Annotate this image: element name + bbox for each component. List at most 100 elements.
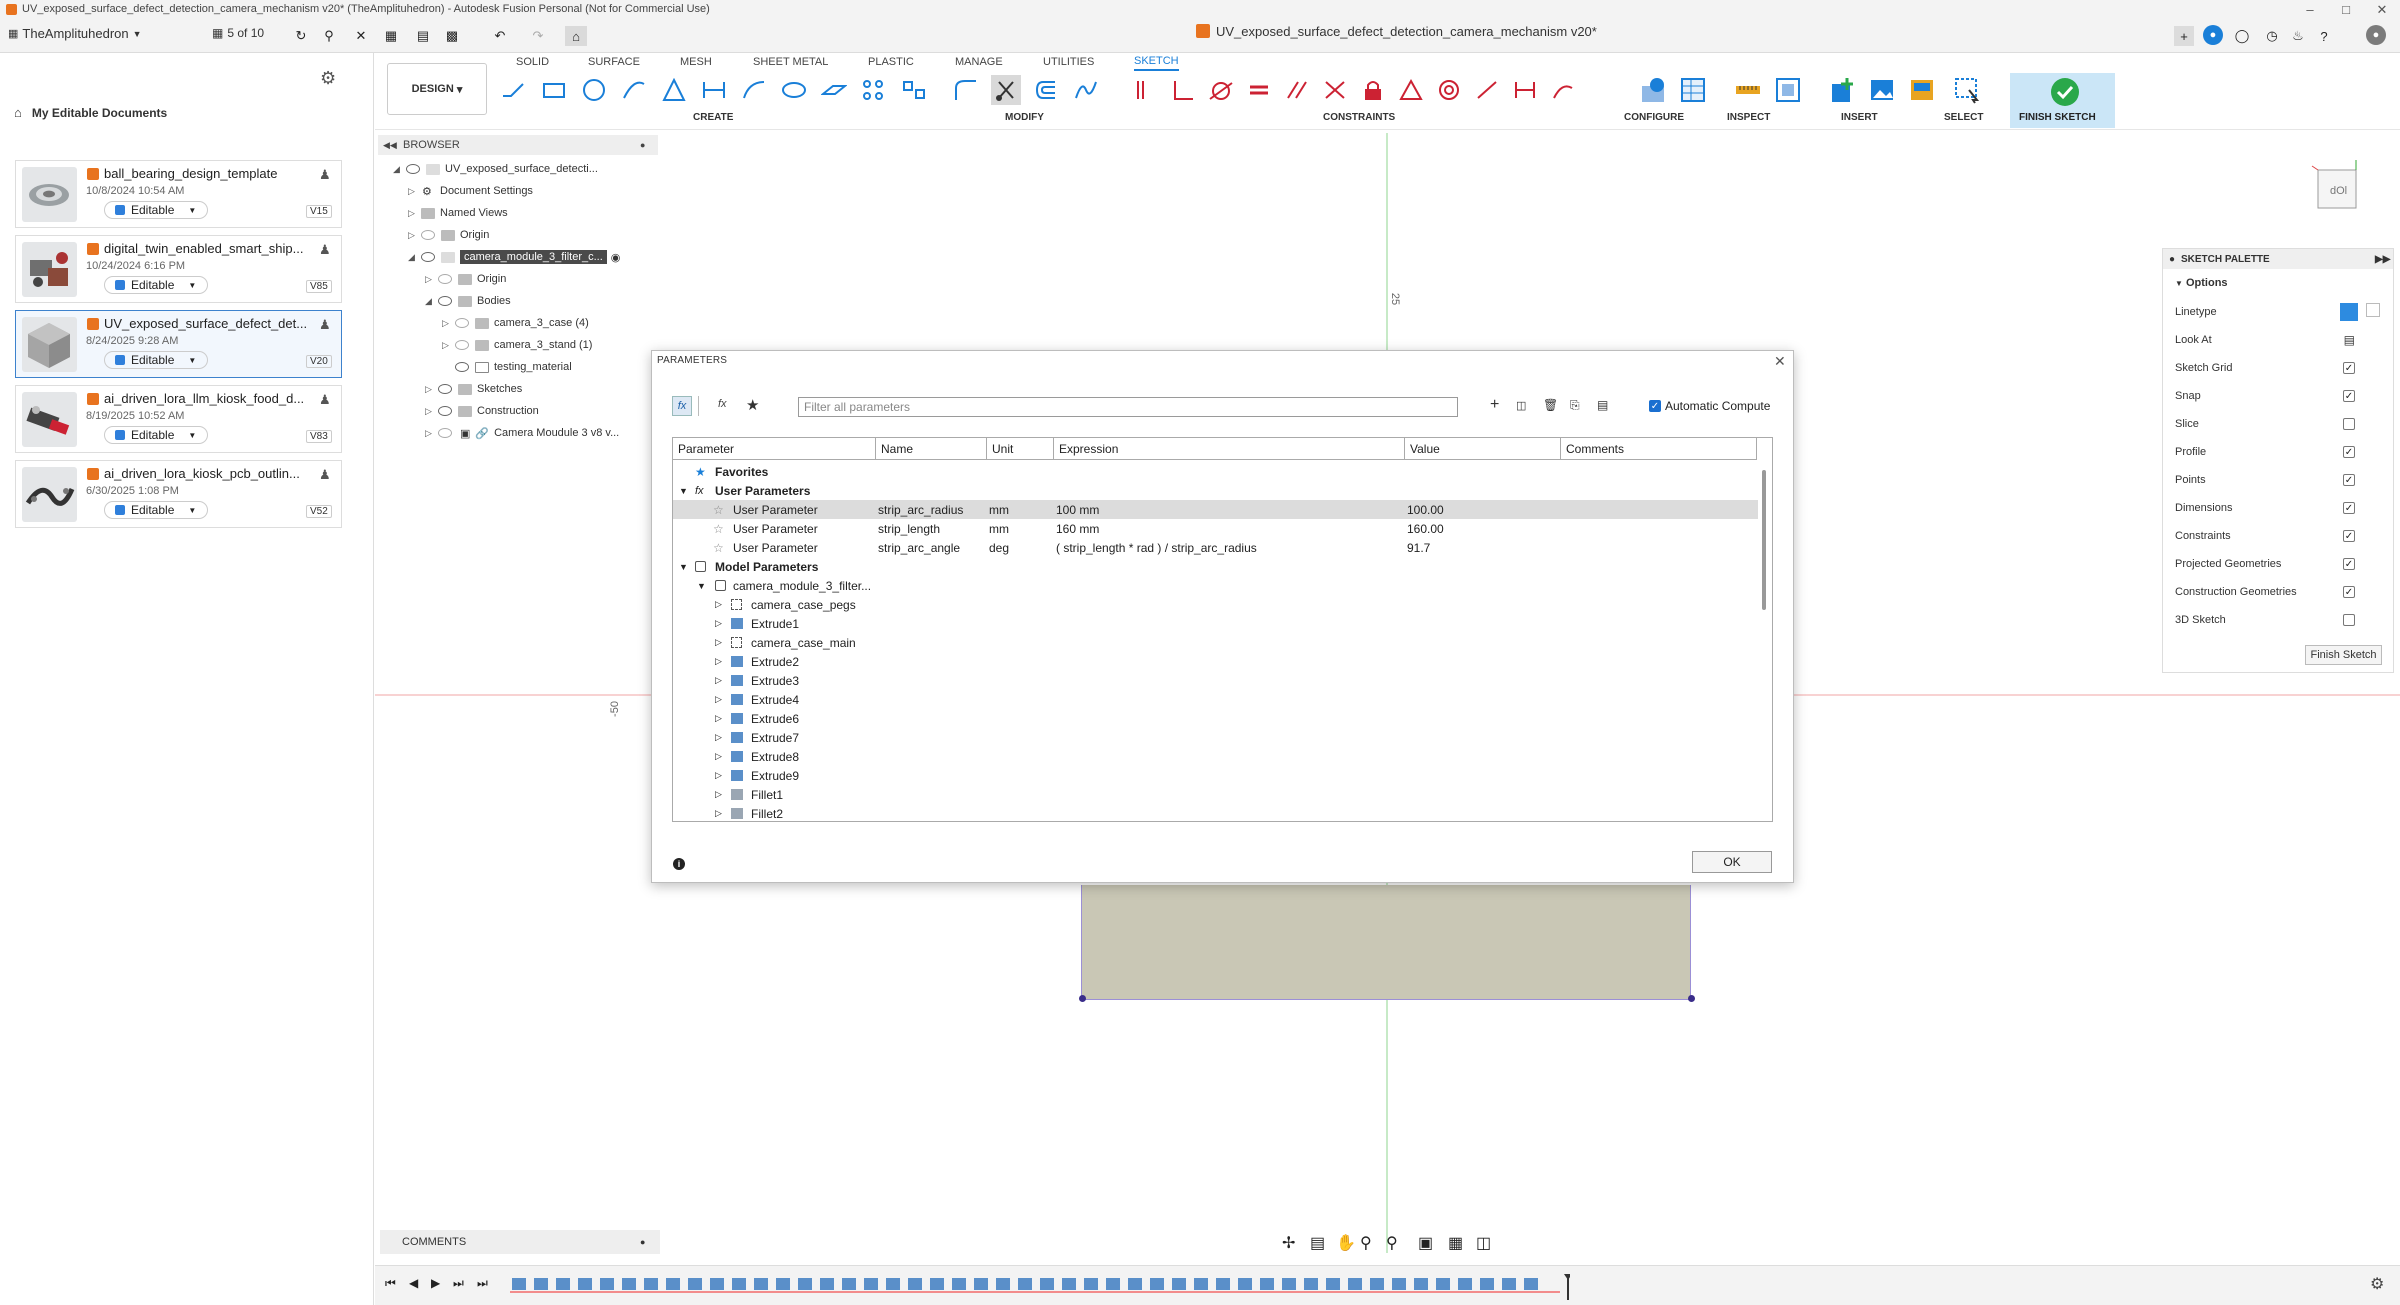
people-icon[interactable]: ♟ <box>319 392 331 408</box>
checkbox-3d-sketch[interactable] <box>2343 614 2355 626</box>
eye-icon[interactable] <box>438 274 452 284</box>
cell-name[interactable]: strip_arc_radius <box>878 503 963 517</box>
scrollbar-thumb[interactable] <box>1762 470 1766 610</box>
refresh-icon[interactable]: ↻ <box>291 26 311 46</box>
checkbox-constraints[interactable]: ✓ <box>2343 530 2355 542</box>
perpendicular-constraint-icon[interactable] <box>1168 75 1198 105</box>
table-row[interactable]: ☆ User Parameter strip_length mm 160 mm 160.0… <box>673 519 1758 538</box>
ellipse-tool-icon[interactable] <box>779 75 809 105</box>
browser-item-body[interactable]: ▷ camera_3_case (4) <box>442 312 589 334</box>
editable-dropdown[interactable]: Editable ▼ <box>104 276 208 294</box>
cell-name[interactable]: strip_arc_angle <box>878 541 960 555</box>
line-tool-icon[interactable] <box>499 75 529 105</box>
notifications-icon[interactable]: ♨ <box>2288 26 2308 46</box>
inspect-menu[interactable]: INSPECT <box>1727 112 1770 123</box>
version-badge[interactable]: V20 <box>306 355 332 368</box>
expand-icon[interactable]: ▶▶ <box>2375 254 2390 265</box>
equal-constraint-icon[interactable] <box>1244 75 1274 105</box>
feature-row[interactable]: ▷ camera_case_pegs <box>673 595 1758 614</box>
gear-icon[interactable]: ⚙ <box>2370 1274 2384 1294</box>
document-card[interactable]: ai_driven_lora_llm_kiosk_food_d... 8/19/… <box>15 385 342 453</box>
workspace-switcher[interactable]: DESIGN ▾ <box>387 63 487 115</box>
feature-row[interactable]: ▷ camera_case_main <box>673 633 1758 652</box>
midpoint-constraint-icon[interactable] <box>1320 75 1350 105</box>
favorites-row[interactable]: ★ Favorites <box>673 462 1758 481</box>
browser-item-construction[interactable]: ▷ Construction <box>425 400 539 422</box>
version-badge[interactable]: V85 <box>306 280 332 293</box>
arc-tool-icon[interactable] <box>619 75 649 105</box>
checkbox-profile[interactable]: ✓ <box>2343 446 2355 458</box>
feature-row[interactable]: ▷ Extrude9 <box>673 766 1758 785</box>
look-at-icon[interactable]: ▤ <box>1310 1233 1326 1252</box>
close-panel-icon[interactable]: ✕ <box>351 26 371 46</box>
collinear-constraint-icon[interactable] <box>1472 75 1502 105</box>
save-icon[interactable]: ▩ <box>442 26 462 46</box>
copy-parameter-icon[interactable]: ◫ <box>1516 399 1526 412</box>
cell-unit[interactable]: deg <box>989 541 1009 555</box>
online-status-icon[interactable]: ◯ <box>2232 26 2252 46</box>
import-icon[interactable]: ⎘ <box>1570 398 1580 413</box>
model-parameters-group[interactable]: ▼ Model Parameters <box>673 557 1758 576</box>
look-at-icon[interactable]: ▤ <box>2344 333 2355 347</box>
checkbox-points[interactable]: ✓ <box>2343 474 2355 486</box>
version-badge[interactable]: V83 <box>306 430 332 443</box>
interference-icon[interactable] <box>1773 75 1803 105</box>
add-parameter-icon[interactable]: + <box>1490 396 1499 414</box>
feature-row[interactable]: ▷ Extrude4 <box>673 690 1758 709</box>
editable-dropdown[interactable]: Editable ▼ <box>104 501 208 519</box>
team-switcher[interactable]: ▦ TheAmplituhedron ▼ <box>8 26 142 41</box>
view-cube[interactable]: dOl <box>2310 158 2366 218</box>
data-panel-grid-icon[interactable]: ▦ <box>381 26 401 46</box>
grid-settings-icon[interactable]: ▦ <box>1448 1233 1464 1252</box>
component-row[interactable]: ▼ camera_module_3_filter... <box>673 576 1758 595</box>
orbit-icon[interactable]: ✢ <box>1282 1233 1298 1252</box>
linetype-construction-icon[interactable] <box>2366 303 2380 317</box>
learning-icon[interactable]: ● <box>2203 25 2223 45</box>
tab-surface[interactable]: SURFACE <box>588 53 640 71</box>
circle-tool-icon[interactable] <box>579 75 609 105</box>
timeline-features[interactable] <box>510 1274 1570 1300</box>
browser-item-body[interactable]: testing_material <box>452 356 572 378</box>
project-tool-icon[interactable] <box>819 75 849 105</box>
info-icon[interactable]: i <box>673 858 685 870</box>
palette-options-header[interactable]: ▼ Options <box>2175 273 2380 293</box>
minimize-button[interactable]: – <box>2292 0 2328 19</box>
select-menu[interactable]: SELECT <box>1944 112 1983 123</box>
favorite-star-icon[interactable]: ☆ <box>713 522 724 536</box>
cell-expression[interactable]: 100 mm <box>1056 503 1099 517</box>
dimension-tool-icon[interactable] <box>699 75 729 105</box>
modify-menu[interactable]: MODIFY <box>1005 112 1044 123</box>
checkbox-projected-geometries[interactable]: ✓ <box>2343 558 2355 570</box>
checkbox-sketch-grid[interactable]: ✓ <box>2343 362 2355 374</box>
maximize-button[interactable]: □ <box>2328 0 2364 19</box>
mirror-tool-icon[interactable] <box>899 75 929 105</box>
delete-icon[interactable]: 🗑 <box>1543 398 1558 412</box>
feature-row[interactable]: ▷ Fillet2 <box>673 804 1758 821</box>
feature-row[interactable]: ▷ Extrude1 <box>673 614 1758 633</box>
close-window-button[interactable]: ✕ <box>2364 0 2400 19</box>
undo-icon[interactable]: ↶ <box>490 26 510 46</box>
close-icon[interactable]: ✕ <box>1774 353 1786 370</box>
eye-icon[interactable] <box>455 362 469 372</box>
finish-sketch-button[interactable]: FINISH SKETCH <box>2010 73 2115 128</box>
collapse-icon[interactable]: ◀◀ <box>383 140 397 151</box>
insert-svg-icon[interactable] <box>1907 75 1937 105</box>
pin-icon[interactable]: ● <box>640 140 645 150</box>
jobs-status[interactable]: ▦ 5 of 10 <box>212 26 264 40</box>
document-card[interactable]: ball_bearing_design_template 10/8/2024 1… <box>15 160 342 228</box>
create-menu[interactable]: CREATE <box>693 112 733 123</box>
sketch-point[interactable] <box>1688 995 1695 1002</box>
column-header-comments[interactable]: Comments <box>1561 438 1757 460</box>
select-icon[interactable] <box>1952 75 1982 105</box>
document-card[interactable]: digital_twin_enabled_smart_ship... 10/24… <box>15 235 342 303</box>
feature-row[interactable]: ▷ Extrude7 <box>673 728 1758 747</box>
filter-input[interactable]: Filter all parameters <box>798 397 1458 417</box>
eye-icon[interactable] <box>438 406 452 416</box>
insert-derive-icon[interactable] <box>1827 75 1857 105</box>
insert-image-icon[interactable] <box>1867 75 1897 105</box>
export-icon[interactable]: ▤ <box>1597 398 1608 412</box>
configure-table-icon[interactable] <box>1678 75 1708 105</box>
timeline-end-icon[interactable]: ⏭ <box>477 1276 488 1291</box>
parallel-constraint-icon[interactable] <box>1282 75 1312 105</box>
column-header-name[interactable]: Name <box>876 438 987 460</box>
